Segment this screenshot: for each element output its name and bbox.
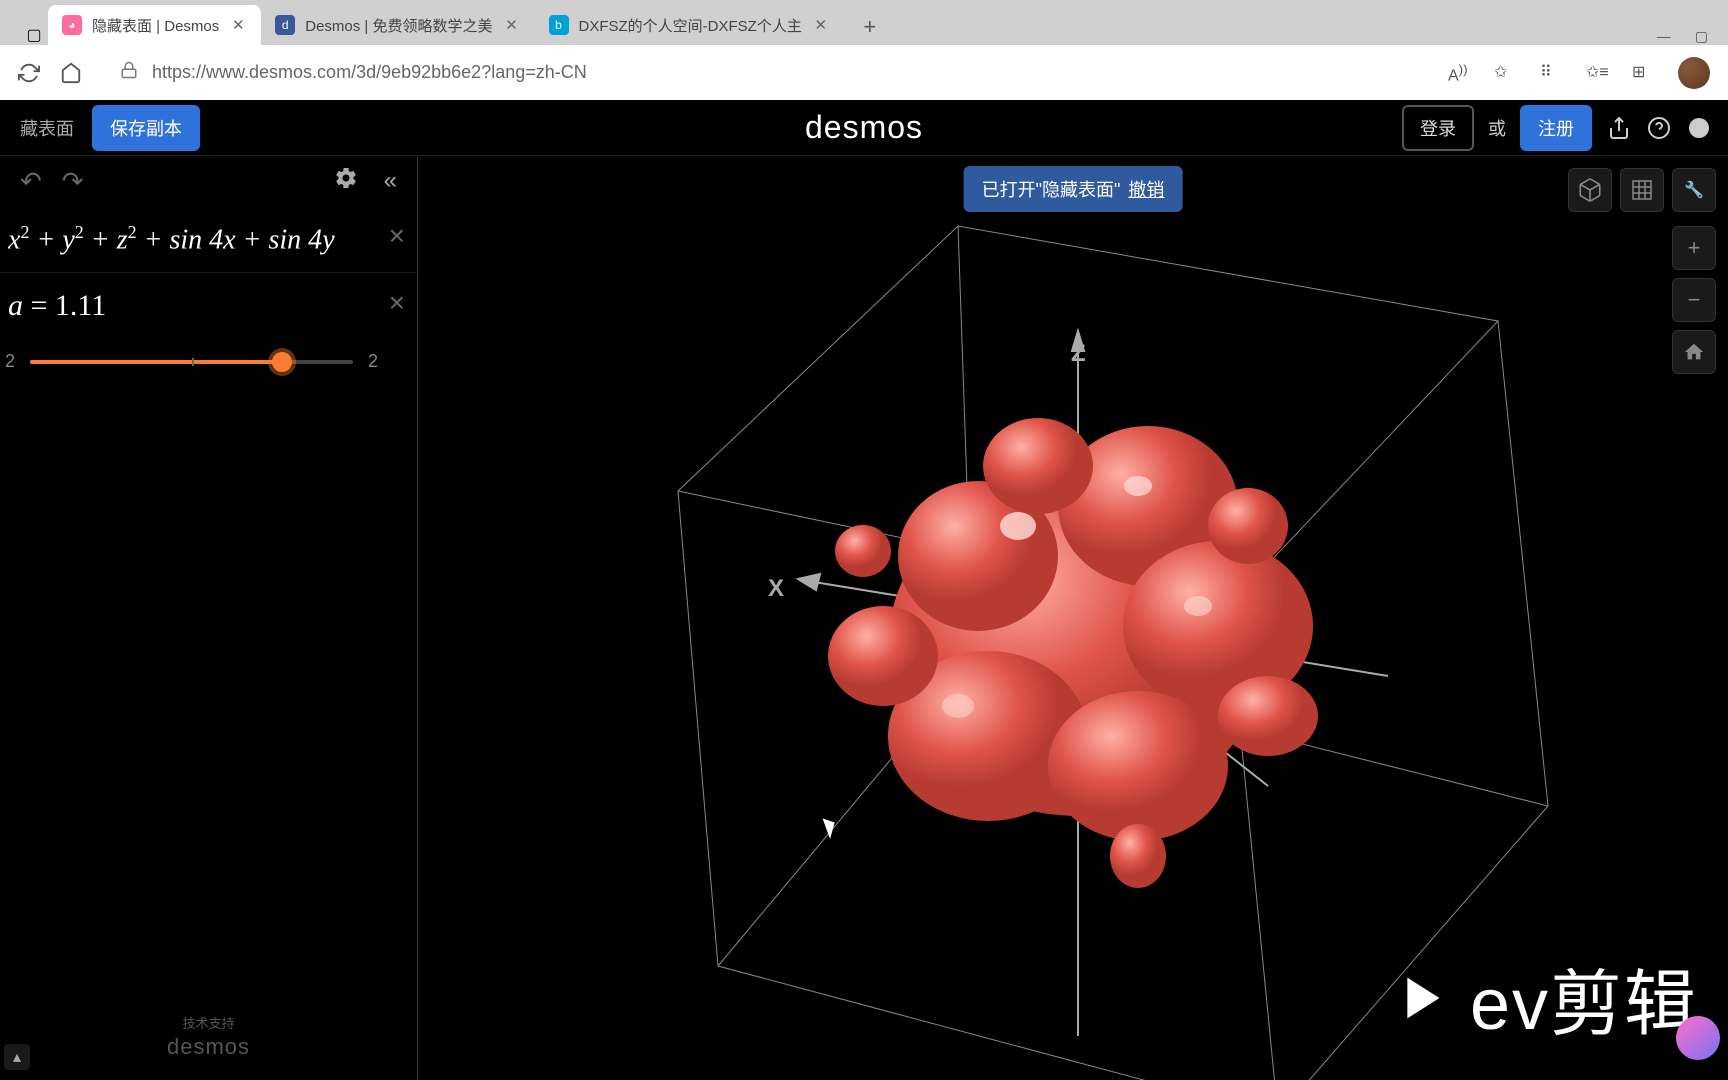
- or-text: 或: [1488, 115, 1506, 141]
- redo-icon[interactable]: ↷: [62, 166, 84, 197]
- profile-avatar[interactable]: [1678, 57, 1710, 89]
- window-controls: — ▢: [1657, 28, 1728, 45]
- save-copy-button[interactable]: 保存副本: [92, 105, 200, 151]
- tab-title: 隐藏表面 | Desmos: [92, 15, 219, 36]
- toast-message: 已打开"隐藏表面": [982, 176, 1121, 202]
- addr-toolbar: A)) ✩ ⠿ ✩≡ ⊞: [1448, 57, 1710, 89]
- toast-undo-link[interactable]: 撤销: [1128, 176, 1164, 202]
- tab-bar: ▢ ◕ 隐藏表面 | Desmos ✕ d Desmos | 免费领略数学之美 …: [0, 0, 1728, 45]
- delete-expression-icon[interactable]: ×: [389, 287, 405, 319]
- signup-button[interactable]: 注册: [1520, 105, 1592, 151]
- view-controls: 🔧: [1568, 168, 1716, 212]
- sidebar-footer: 技术支持 desmos: [167, 1013, 250, 1060]
- z-axis-label: Z: [1071, 340, 1086, 367]
- favicon-desmos-icon: ◕: [62, 15, 82, 35]
- ai-badge-icon[interactable]: [1676, 1016, 1720, 1060]
- favicon-desmos-icon: d: [275, 15, 295, 35]
- slider-bar[interactable]: [30, 360, 353, 364]
- x-axis-label: X: [768, 575, 784, 602]
- zoom-in-button[interactable]: +: [1672, 226, 1716, 270]
- close-icon[interactable]: ✕: [229, 16, 247, 34]
- expression-row-2[interactable]: a = 1.11 × 2 2: [0, 273, 417, 408]
- tab-2[interactable]: d Desmos | 免费领略数学之美 ✕: [261, 5, 534, 45]
- cube-view-icon[interactable]: [1568, 168, 1612, 212]
- close-icon[interactable]: ✕: [503, 16, 521, 34]
- url-field[interactable]: https://www.desmos.com/3d/9eb92bb6e2?lan…: [102, 53, 1428, 93]
- minimize-icon[interactable]: —: [1657, 28, 1671, 45]
- tab-title: Desmos | 免费领略数学之美: [305, 15, 492, 36]
- collapse-sidebar-icon[interactable]: «: [384, 167, 397, 195]
- read-aloud-icon[interactable]: A)): [1448, 62, 1470, 84]
- expression-formula[interactable]: x2 + y2 + z2 + sin 4x + sin 4y: [8, 222, 399, 256]
- main-layout: ↶ ↷ « x2 + y2 + z2 + sin 4x + sin 4y × a…: [0, 156, 1728, 1080]
- graph-canvas[interactable]: 已打开"隐藏表面" 撤销 🔧 + −: [418, 156, 1728, 1080]
- desmos-logo: desmos: [805, 109, 923, 146]
- toast-notification: 已打开"隐藏表面" 撤销: [964, 166, 1183, 212]
- undo-icon[interactable]: ↶: [20, 166, 42, 197]
- watermark: ev剪辑: [1384, 945, 1698, 1050]
- home-view-button[interactable]: [1672, 330, 1716, 374]
- expand-icon[interactable]: ▴: [4, 1044, 30, 1070]
- browser-chrome: ▢ ◕ 隐藏表面 | Desmos ✕ d Desmos | 免费领略数学之美 …: [0, 0, 1728, 100]
- close-icon[interactable]: ✕: [812, 16, 830, 34]
- tab-active[interactable]: ◕ 隐藏表面 | Desmos ✕: [48, 5, 261, 45]
- wrench-icon[interactable]: 🔧: [1672, 168, 1716, 212]
- settings-icon[interactable]: [1686, 115, 1712, 141]
- slider-min[interactable]: 2: [2, 351, 18, 372]
- url-text: https://www.desmos.com/3d/9eb92bb6e2?lan…: [152, 62, 587, 83]
- refresh-icon[interactable]: [18, 62, 40, 84]
- lock-icon: [120, 61, 138, 84]
- zoom-controls: + −: [1672, 226, 1716, 374]
- tab-title: DXFSZ的个人空间-DXFSZ个人主: [579, 15, 802, 36]
- address-bar: https://www.desmos.com/3d/9eb92bb6e2?lan…: [0, 45, 1728, 100]
- login-button[interactable]: 登录: [1402, 105, 1474, 151]
- tab-3[interactable]: b DXFSZ的个人空间-DXFSZ个人主 ✕: [535, 5, 844, 45]
- watermark-text: ev剪辑: [1470, 945, 1698, 1050]
- sidebar-toolbar: ↶ ↷ «: [0, 156, 417, 206]
- desmos-header: 藏表面 保存副本 desmos 登录 或 注册: [0, 100, 1728, 156]
- maximize-icon[interactable]: ▢: [1695, 28, 1708, 45]
- cursor-sprite-icon: [826, 816, 856, 846]
- play-icon: [1384, 963, 1454, 1033]
- help-icon[interactable]: [1646, 115, 1672, 141]
- graph-title-input[interactable]: 藏表面: [16, 109, 78, 147]
- slider-handle[interactable]: [272, 352, 292, 372]
- grid-view-icon[interactable]: [1620, 168, 1664, 212]
- zoom-out-button[interactable]: −: [1672, 278, 1716, 322]
- delete-expression-icon[interactable]: ×: [389, 220, 405, 252]
- 3d-scene[interactable]: Z X: [418, 156, 1728, 1080]
- favorites-bar-icon[interactable]: ✩≡: [1586, 62, 1608, 84]
- expression-row-1[interactable]: x2 + y2 + z2 + sin 4x + sin 4y ×: [0, 206, 417, 273]
- new-tab-button[interactable]: +: [852, 9, 888, 45]
- extensions-icon[interactable]: ⠿: [1540, 62, 1562, 84]
- slider-value-label[interactable]: a = 1.11: [8, 289, 399, 323]
- slider-track[interactable]: 2 2: [16, 351, 381, 372]
- collections-icon[interactable]: ⊞: [1632, 62, 1654, 84]
- surface-blob: [828, 418, 1318, 888]
- tabs-menu-icon[interactable]: ▢: [24, 25, 44, 45]
- share-icon[interactable]: [1606, 115, 1632, 141]
- expression-sidebar: ↶ ↷ « x2 + y2 + z2 + sin 4x + sin 4y × a…: [0, 156, 418, 1080]
- slider-max[interactable]: 2: [365, 351, 381, 372]
- gear-icon[interactable]: [334, 166, 358, 197]
- home-icon[interactable]: [60, 62, 82, 84]
- favorite-icon[interactable]: ✩: [1494, 62, 1516, 84]
- favicon-bilibili-icon: b: [549, 15, 569, 35]
